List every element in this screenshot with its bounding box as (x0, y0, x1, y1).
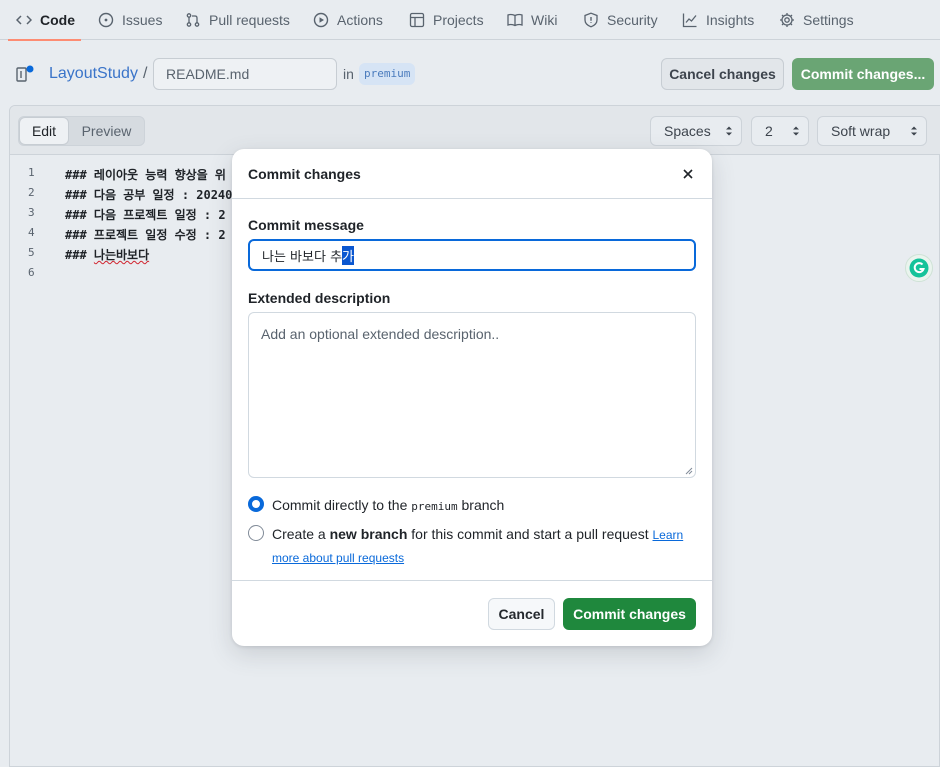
file-tree-toggle-icon[interactable] (16, 65, 34, 83)
repo-link[interactable]: LayoutStudy (49, 65, 138, 83)
edit-tab[interactable]: Edit (19, 117, 69, 145)
preview-tab[interactable]: Preview (69, 117, 144, 145)
code-icon (16, 15, 32, 25)
graph-icon (682, 13, 697, 28)
option-text: for this commit and start a pull request (407, 526, 653, 542)
grammarly-icon[interactable] (905, 254, 933, 282)
option-text: Create a (272, 526, 330, 542)
tab-label: Settings (803, 12, 854, 28)
shield-icon (584, 12, 598, 28)
commit-dialog: Commit changes Commit message 나는 바보다 추가 … (232, 149, 712, 646)
tab-issues[interactable]: Issues (98, 0, 162, 40)
tab-label: Issues (122, 12, 163, 28)
line-number: 1 (28, 166, 35, 179)
tab-security[interactable]: Security (583, 0, 658, 40)
commit-direct-option[interactable]: Commit directly to the premium branch (272, 494, 504, 518)
play-icon (313, 12, 329, 28)
select-caret-icon (726, 126, 732, 136)
tab-pull-requests[interactable]: Pull requests (185, 0, 290, 40)
cancel-changes-button[interactable]: Cancel changes (661, 58, 784, 90)
resize-grip-icon[interactable] (685, 467, 693, 475)
select-caret-icon (911, 126, 917, 136)
option-strong: new branch (329, 526, 408, 542)
wrap-mode-select[interactable]: Soft wrap (817, 116, 927, 146)
commit-message-input[interactable]: 나는 바보다 추가 (248, 239, 696, 271)
extended-description-field[interactable]: Add an optional extended description.. (248, 312, 696, 478)
pull-request-icon (186, 13, 200, 27)
tab-label: Actions (337, 12, 383, 28)
line-number: 2 (28, 186, 35, 199)
message-selection: 가 (342, 245, 354, 265)
tab-label: Insights (706, 12, 755, 28)
line-number: 4 (28, 226, 35, 239)
commit-direct-radio[interactable] (248, 496, 264, 512)
gear-icon (780, 13, 794, 27)
new-branch-option[interactable]: Create a new branch for this commit and … (272, 523, 692, 569)
tab-wiki[interactable]: Wiki (507, 0, 557, 40)
message-text: 나는 바보다 추 (262, 249, 343, 265)
line-prefix: ### (65, 248, 94, 262)
book-icon (507, 13, 523, 27)
indent-size-value: 2 (765, 123, 773, 139)
indent-size-select[interactable]: 2 (751, 116, 809, 146)
commit-changes-button[interactable]: Commit changes (563, 598, 696, 630)
commit-changes-open-button[interactable]: Commit changes... (792, 58, 934, 90)
cancel-button[interactable]: Cancel (488, 598, 555, 630)
grammarly-g-icon (909, 258, 929, 278)
table-icon (409, 12, 425, 28)
tab-settings[interactable]: Settings (779, 0, 854, 40)
tab-label: Projects (433, 12, 484, 28)
dialog-divider (232, 580, 712, 581)
line-number: 3 (28, 206, 35, 219)
line-text: ### 레이아웃 능력 향상을 위 (65, 168, 226, 182)
option-text: branch (457, 497, 505, 513)
editor-toolbar: Edit Preview Spaces 2 Soft wrap (10, 106, 940, 155)
line-text: ### 다음 공부 일정 : 20240 (65, 188, 233, 202)
line-text: ### 다음 프로젝트 일정 : 2 (65, 208, 226, 222)
wrap-mode-value: Soft wrap (831, 123, 891, 139)
repo-nav: Code Issues Pull requests Actions Projec… (0, 0, 940, 41)
close-icon[interactable] (680, 166, 696, 182)
indent-mode-value: Spaces (664, 123, 711, 139)
extended-description-label: Extended description (248, 290, 391, 306)
dialog-divider (232, 198, 712, 199)
select-caret-icon (793, 126, 799, 136)
commit-message-label: Commit message (248, 217, 364, 233)
tab-label: Code (40, 12, 75, 28)
new-branch-radio[interactable] (248, 525, 264, 541)
tab-label: Pull requests (209, 12, 290, 28)
dialog-title: Commit changes (248, 166, 361, 182)
tab-actions[interactable]: Actions (313, 0, 383, 40)
tab-insights[interactable]: Insights (682, 0, 754, 40)
spellcheck-word: 나는바보다 (93, 248, 150, 262)
description-placeholder: Add an optional extended description.. (261, 326, 500, 342)
tab-label: Security (607, 12, 658, 28)
in-label: in (343, 66, 354, 82)
line-number: 6 (28, 266, 35, 279)
path-separator: / (143, 65, 148, 82)
branch-badge: premium (359, 63, 416, 85)
option-branch: premium (411, 500, 458, 513)
filename-input[interactable]: README.md (153, 58, 337, 90)
indent-mode-select[interactable]: Spaces (650, 116, 742, 146)
line-text: ### 나는바보다 (65, 246, 149, 263)
tab-code[interactable]: Code (8, 0, 81, 41)
tab-label: Wiki (531, 12, 558, 28)
line-number: 5 (28, 246, 35, 259)
line-text: ### 프로젝트 일정 수정 : 2 (65, 228, 226, 242)
option-text: Commit directly to the (272, 497, 412, 513)
edit-preview-toggle: Edit Preview (18, 116, 145, 146)
tab-projects[interactable]: Projects (409, 0, 484, 40)
issue-icon (98, 12, 114, 28)
